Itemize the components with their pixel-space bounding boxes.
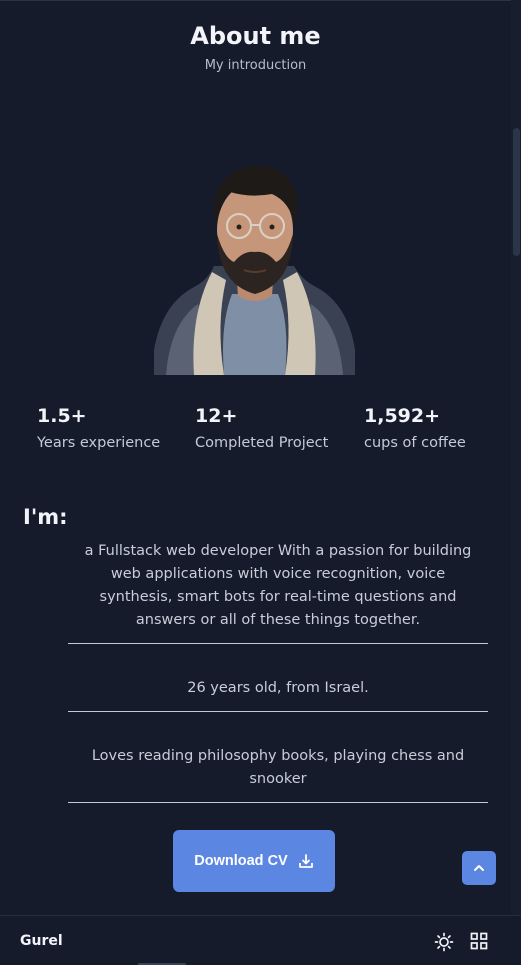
download-icon bbox=[298, 854, 313, 868]
brand-logo[interactable]: Gurel bbox=[20, 933, 63, 949]
stat-value: 1.5+ bbox=[37, 405, 87, 427]
top-border bbox=[0, 0, 521, 1]
scroll-up-button[interactable] bbox=[462, 851, 496, 885]
profile-photo bbox=[154, 165, 355, 375]
scrollbar-thumb[interactable] bbox=[513, 128, 520, 256]
intro-heading: I'm: bbox=[23, 505, 68, 529]
stat-label: Completed Project bbox=[195, 435, 329, 451]
stat-coffee: 1,592+ cups of coffee bbox=[364, 405, 466, 451]
intro-facts: a Fullstack web developer With a passion… bbox=[68, 540, 488, 803]
section-title: About me bbox=[190, 22, 321, 50]
stat-value: 12+ bbox=[195, 405, 238, 427]
section-subtitle: My introduction bbox=[204, 58, 307, 73]
stat-value: 1,592+ bbox=[364, 405, 441, 427]
stat-projects: 12+ Completed Project bbox=[195, 405, 328, 451]
fact-item: 26 years old, from Israel. bbox=[68, 644, 488, 712]
stat-label: cups of coffee bbox=[364, 435, 466, 451]
sun-icon[interactable] bbox=[434, 932, 454, 952]
stat-experience: 1.5+ Years experience bbox=[37, 405, 160, 451]
download-cv-label: Download CV bbox=[194, 853, 288, 869]
chevron-up-icon bbox=[474, 865, 484, 871]
fact-item: Loves reading philosophy books, playing … bbox=[68, 712, 488, 803]
stat-label: Years experience bbox=[37, 435, 161, 451]
about-page: About me My introduction 1.5+ Years expe… bbox=[0, 0, 521, 965]
grid-icon[interactable] bbox=[470, 932, 488, 950]
footer-nav: Gurel bbox=[0, 915, 521, 965]
download-cv-button[interactable]: Download CV bbox=[173, 830, 335, 892]
fact-item: a Fullstack web developer With a passion… bbox=[68, 540, 488, 644]
